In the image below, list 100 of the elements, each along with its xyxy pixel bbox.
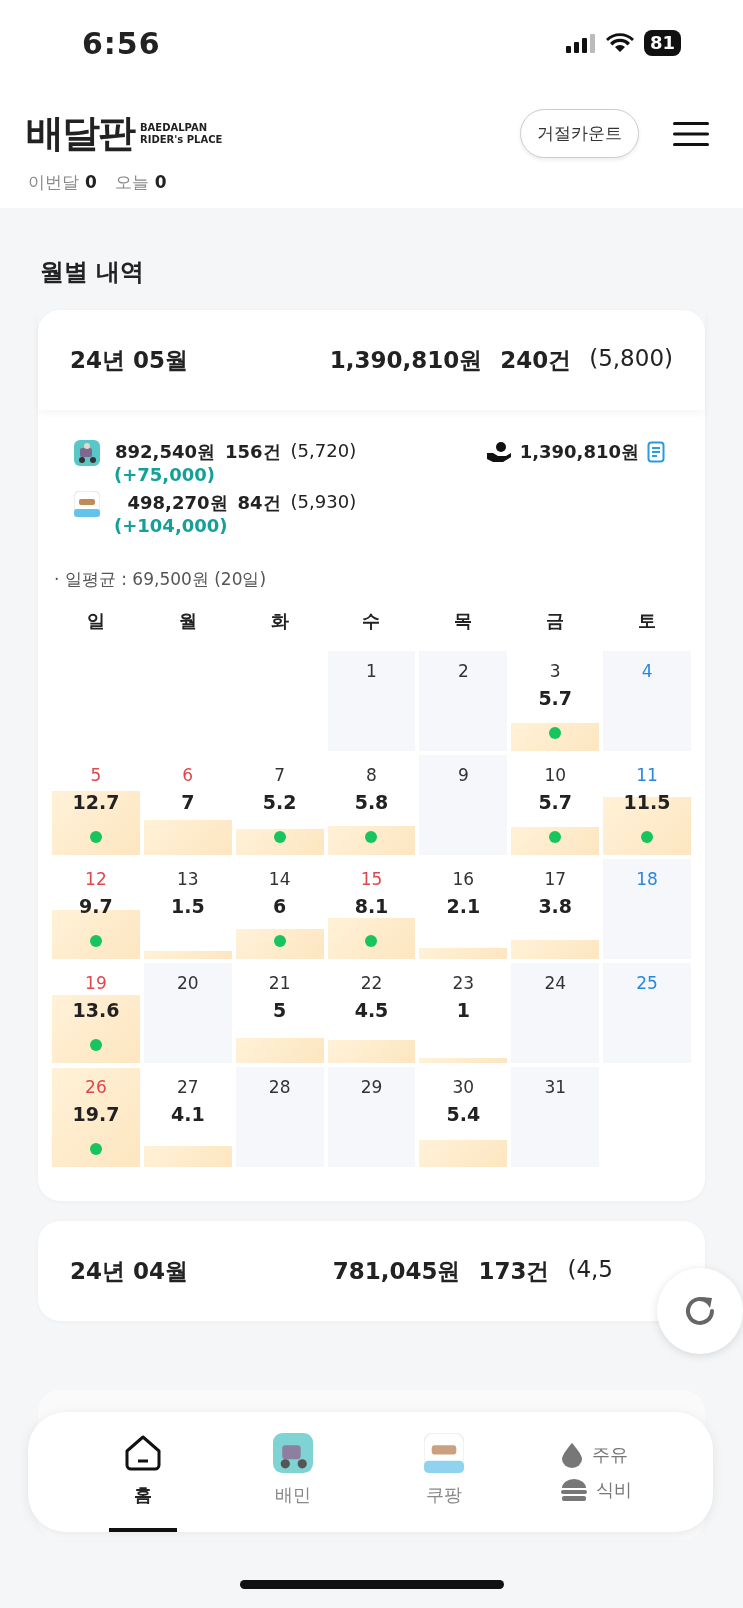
month-average: (5,800) [589, 344, 673, 373]
wifi-icon [605, 33, 634, 53]
day-value: 4.1 [170, 1102, 205, 1127]
day-value: 5.2 [262, 790, 297, 815]
month-amount: 781,045원 [332, 1256, 461, 1286]
day-number: 8 [366, 764, 377, 787]
calendar-day[interactable]: 26 19.7 [52, 1067, 140, 1167]
stat-label: 오늘 [114, 172, 149, 192]
platform-bonus: (+75,000) [114, 464, 215, 485]
platform-amount: 498,270원 [126, 491, 228, 515]
day-value: 19.7 [72, 1102, 120, 1127]
battery-level: 81 [643, 30, 681, 56]
day-number: 20 [176, 972, 199, 995]
weekday-label: 일 [85, 609, 106, 633]
day-number: 11 [636, 764, 658, 787]
refresh-button[interactable] [657, 1268, 743, 1354]
weekday-label: 수 [361, 609, 382, 633]
daily-average: · 일평균 : 69,500원 (20일) [53, 568, 268, 591]
day-number: 25 [636, 972, 658, 995]
platform-amount: 892,540원 [114, 440, 215, 464]
platform-count: 84건 [237, 491, 281, 515]
day-number: 16 [452, 868, 475, 891]
nav-tab[interactable]: 홈 [109, 1412, 178, 1532]
day-value: 2.1 [446, 894, 481, 919]
reject-count-button[interactable]: 거절카운트 [520, 109, 639, 158]
day-number: 17 [544, 868, 567, 891]
logo-tagline: BAEDALPAN [140, 121, 209, 134]
calendar-day[interactable]: 31 [511, 1067, 600, 1167]
app-icon [423, 1433, 464, 1473]
calendar-day[interactable]: 28 [235, 1067, 324, 1167]
day-number: 28 [268, 1076, 291, 1099]
day-value: 5.4 [446, 1102, 481, 1127]
stat-value: 0 [85, 172, 97, 192]
calendar-day[interactable]: 9 [419, 755, 508, 855]
day-number: 24 [544, 972, 567, 995]
day-value: 3.8 [538, 894, 573, 919]
weekday-label: 목 [453, 609, 474, 633]
nav-tab[interactable]: 배민 [259, 1412, 328, 1532]
day-number: 15 [360, 868, 383, 891]
app-icon [74, 491, 100, 517]
drop-icon [559, 1442, 584, 1468]
document-icon[interactable] [647, 441, 665, 463]
day-number: 19 [85, 972, 107, 995]
day-value: 6 [273, 894, 287, 919]
weekday-label: 화 [269, 609, 290, 633]
month-title: 24년 05월 [70, 345, 189, 375]
day-value: 13.6 [72, 998, 120, 1023]
month-header[interactable]: 24년 05월 1,390,810원 240건 (5,800) [38, 310, 705, 410]
menu-icon[interactable] [673, 120, 709, 147]
day-value: 8.1 [354, 894, 389, 919]
day-value: 7 [181, 790, 195, 815]
day-value: 5.7 [538, 790, 573, 815]
day-number: 23 [452, 972, 475, 995]
day-number: 26 [85, 1076, 107, 1099]
scooter-app-icon [273, 1433, 314, 1473]
day-number: 7 [274, 764, 286, 787]
day-value: 1 [456, 998, 470, 1023]
day-value: 4.5 [354, 998, 389, 1023]
day-value: 5 [273, 998, 287, 1023]
app-logo: 배달판 [26, 110, 134, 157]
day-value: 11.5 [623, 790, 671, 815]
nav-tab[interactable]: 쿠팡 [409, 1412, 478, 1532]
stat-value: 0 [154, 172, 167, 192]
month-count: 173건 [478, 1256, 550, 1286]
home-icon [123, 1433, 164, 1473]
day-number: 12 [85, 868, 107, 891]
day-number: 14 [268, 868, 291, 891]
day-number: 2 [457, 660, 469, 683]
stat-label: 이번달 [28, 172, 79, 192]
calendar-day[interactable]: 4 [603, 651, 691, 751]
day-number: 9 [457, 764, 469, 787]
weekday-label: 월 [177, 609, 198, 633]
calendar-day[interactable]: 2 [419, 651, 508, 751]
day-value: 9.7 [79, 894, 113, 919]
hand-coin-icon [485, 441, 512, 463]
day-number: 10 [544, 764, 567, 787]
day-number: 29 [360, 1076, 383, 1099]
calendar-day[interactable]: 24 [511, 963, 600, 1063]
calendar-day[interactable]: 29 [327, 1067, 416, 1167]
platform-average: (5,720) [290, 440, 357, 463]
section-title: 월별 내역 [39, 257, 146, 288]
day-number: 18 [636, 868, 658, 891]
logo-tagline: RIDER's PLACE [140, 133, 223, 146]
clock-time: 6:56 [82, 25, 161, 61]
day-value: 1.5 [170, 894, 205, 919]
weekday-label: 토 [637, 609, 658, 633]
platform-average: (5,930) [290, 491, 357, 514]
day-number: 21 [268, 972, 291, 995]
shortcut-link[interactable]: 주유 [559, 1442, 632, 1468]
scooter-app-icon [74, 440, 100, 466]
calendar-day[interactable]: 20 [143, 963, 232, 1063]
day-number: 22 [360, 972, 383, 995]
month-title: 24년 04월 [70, 1256, 189, 1286]
calendar-day[interactable]: 18 [603, 859, 691, 959]
shortcut-link[interactable]: 식비 [559, 1478, 632, 1502]
day-number: 6 [182, 764, 194, 787]
day-number: 4 [641, 660, 653, 683]
day-number: 3 [549, 660, 561, 683]
calendar-day[interactable]: 1 [327, 651, 416, 751]
day-number: 13 [176, 868, 199, 891]
